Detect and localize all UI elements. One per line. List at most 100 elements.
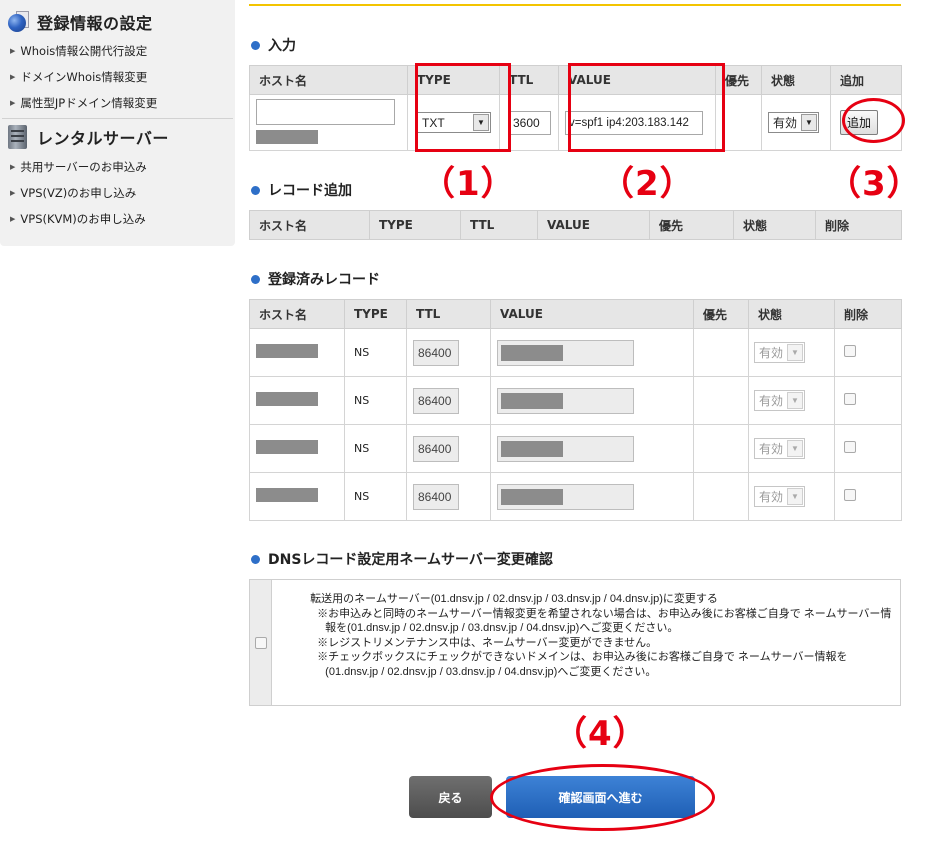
record-add-header: ホスト名 TYPE TTL VALUE 優先 状態 削除 (249, 210, 902, 240)
status-select[interactable]: 有効 ▼ (754, 438, 806, 459)
sidebar-item-vps-vz[interactable]: ▶ VPS(VZ)のお申し込み (0, 180, 235, 206)
col-header-delete: 削除 (834, 299, 902, 329)
value-cell (490, 424, 694, 473)
section-title-record-add: レコード追加 (251, 180, 352, 200)
annotation-2: （2） (600, 164, 695, 204)
col-header-value: VALUE (490, 299, 694, 329)
masked-text (256, 344, 318, 358)
bullet-dot-icon (251, 554, 260, 564)
section-title-input: 入力 (251, 35, 296, 55)
col-header-value: VALUE (537, 210, 650, 240)
bullet-icon: ▶ (10, 47, 16, 55)
annotation-3: （3） (827, 164, 922, 204)
sidebar-heading-registration: 登録情報の設定 (4, 9, 153, 35)
dns-confirm-line: 転送用のネームサーバー(01.dnsv.jp / 02.dnsv.jp / 03… (310, 593, 718, 605)
col-header-status: 状態 (733, 210, 816, 240)
table-row: NS 86400 有効 ▼ (249, 376, 902, 425)
table-row: NS 86400 有効 ▼ (249, 328, 902, 377)
host-input[interactable] (256, 98, 395, 125)
masked-text (256, 392, 318, 406)
value-field (497, 435, 634, 462)
priority-cell (693, 472, 749, 521)
status-select[interactable]: 有効 ▼ (754, 390, 806, 411)
type-cell: NS (344, 376, 407, 425)
sidebar-item-jp-domain[interactable]: ▶ 属性型JPドメイン情報変更 (0, 90, 235, 116)
chevron-down-icon: ▼ (787, 344, 804, 361)
value-field (497, 483, 634, 510)
status-select[interactable]: 有効 ▼ (754, 342, 806, 363)
masked-text (501, 488, 563, 505)
col-header-status: 状態 (761, 65, 831, 95)
section-title-registered: 登録済みレコード (251, 269, 380, 289)
ttl-field: 86400 (413, 387, 459, 414)
table-row: NS 86400 有効 ▼ (249, 472, 902, 521)
ttl-cell: 86400 (406, 376, 491, 425)
col-header-host: ホスト名 (249, 210, 370, 240)
col-header-type: TYPE (369, 210, 461, 240)
host-cell (249, 472, 345, 521)
value-field (497, 387, 634, 414)
sidebar-registration-list: ▶ Whois情報公開代行設定 ▶ ドメインWhois情報変更 ▶ 属性型JPドメイン… (0, 38, 235, 116)
delete-cell (834, 328, 902, 377)
status-select[interactable]: 有効 ▼ (768, 112, 820, 133)
host-cell (249, 328, 345, 377)
delete-checkbox[interactable] (844, 489, 856, 501)
registered-header: ホスト名 TYPE TTL VALUE 優先 状態 削除 (249, 299, 902, 329)
chevron-down-icon: ▼ (787, 392, 804, 409)
bullet-icon: ▶ (10, 99, 16, 107)
ttl-field: 86400 (413, 435, 459, 462)
sidebar-rental-list: ▶ 共用サーバーのお申込み ▶ VPS(VZ)のお申し込み ▶ VPS(KVM)のお申… (0, 154, 235, 232)
bullet-icon: ▶ (10, 163, 16, 171)
masked-text (256, 440, 318, 454)
delete-cell (834, 472, 902, 521)
status-cell: 有効 ▼ (748, 328, 835, 377)
ttl-field: 86400 (413, 483, 459, 510)
ttl-cell: 86400 (406, 472, 491, 521)
accent-bar (249, 4, 901, 6)
sidebar-item-whois-proxy[interactable]: ▶ Whois情報公開代行設定 (0, 38, 235, 64)
col-header-host: ホスト名 (249, 299, 345, 329)
delete-checkbox[interactable] (844, 345, 856, 357)
delete-checkbox[interactable] (844, 441, 856, 453)
back-button[interactable]: 戻る (409, 776, 492, 818)
dns-confirm-line: ※レジストリメンテナンス中は、ネームサーバー変更ができません。 (317, 636, 658, 649)
globe-book-icon (4, 9, 32, 35)
sidebar-item-shared-server[interactable]: ▶ 共用サーバーのお申込み (0, 154, 235, 180)
col-header-host: ホスト名 (249, 65, 408, 95)
sidebar-divider (2, 118, 233, 119)
ttl-input[interactable]: 3600 (508, 110, 551, 135)
ttl-cell: 86400 (406, 328, 491, 377)
status-select[interactable]: 有効 ▼ (754, 486, 806, 507)
bullet-icon: ▶ (10, 189, 16, 197)
sidebar-heading-rental: レンタルサーバー (4, 124, 169, 150)
sidebar-item-whois-change[interactable]: ▶ ドメインWhois情報変更 (0, 64, 235, 90)
highlight-box-value (568, 63, 725, 152)
chevron-down-icon: ▼ (787, 488, 804, 505)
chevron-down-icon: ▼ (787, 440, 804, 457)
sidebar-item-vps-kvm[interactable]: ▶ VPS(KVM)のお申し込み (0, 206, 235, 232)
value-cell (490, 376, 694, 425)
dns-confirm-box: 転送用のネームサーバー(01.dnsv.jp / 02.dnsv.jp / 03… (249, 579, 901, 706)
priority-cell (693, 424, 749, 473)
col-header-priority: 優先 (693, 299, 749, 329)
col-header-delete: 削除 (815, 210, 902, 240)
bullet-icon: ▶ (10, 73, 16, 81)
host-cell (249, 376, 345, 425)
delete-cell (834, 376, 902, 425)
value-cell (490, 472, 694, 521)
masked-text (501, 344, 563, 361)
col-header-add: 追加 (830, 65, 902, 95)
delete-cell (834, 424, 902, 473)
sidebar-heading-label: 登録情報の設定 (37, 14, 153, 33)
ttl-cell: 86400 (406, 424, 491, 473)
dns-confirm-text: 転送用のネームサーバー(01.dnsv.jp / 02.dnsv.jp / 03… (272, 580, 900, 705)
ttl-field: 86400 (413, 339, 459, 366)
section-title-dns-confirm: DNSレコード設定用ネームサーバー変更確認 (251, 549, 553, 569)
delete-checkbox[interactable] (844, 393, 856, 405)
status-cell: 有効 ▼ (761, 94, 831, 151)
bullet-dot-icon (251, 185, 260, 195)
value-cell (490, 328, 694, 377)
dns-change-checkbox[interactable] (254, 636, 267, 649)
value-field (497, 339, 634, 366)
col-header-type: TYPE (344, 299, 407, 329)
